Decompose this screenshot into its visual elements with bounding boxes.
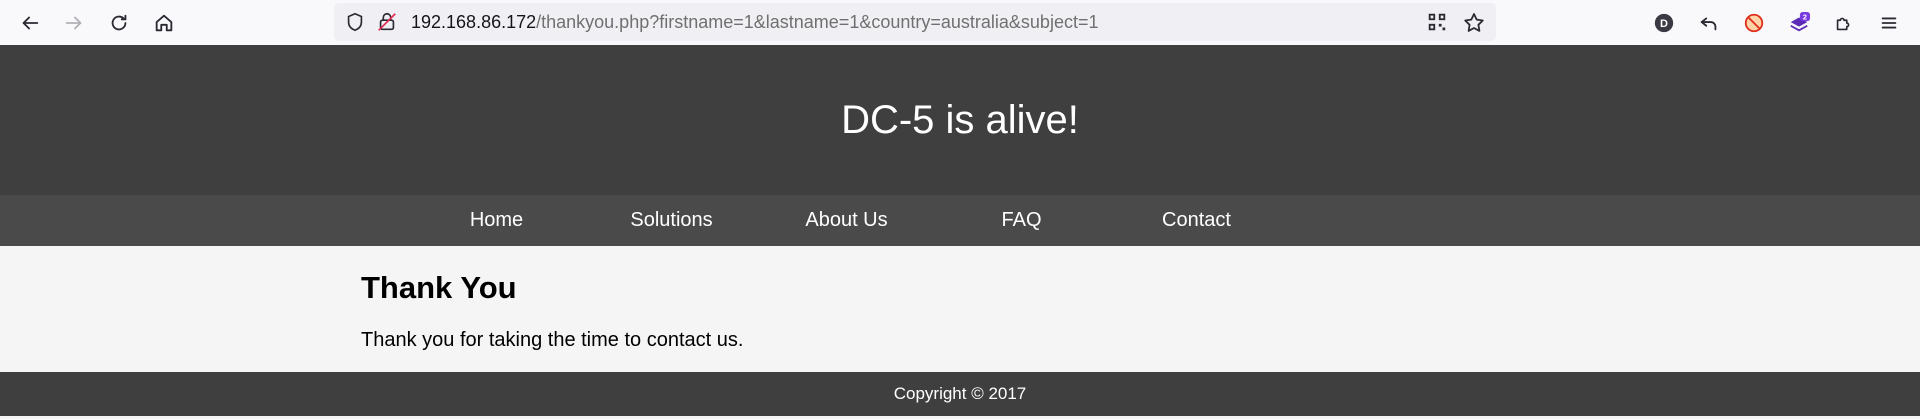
blocker-icon[interactable] [1737,6,1771,40]
reload-icon[interactable] [102,6,136,40]
url-text[interactable]: 192.168.86.172/thankyou.php?firstname=1&… [411,3,1098,41]
site-footer: Copyright © 2017 [0,372,1920,416]
thank-you-message: Thank you for taking the time to contact… [361,329,744,351]
hamburger-menu-icon[interactable] [1872,6,1906,40]
copyright-text: Copyright © 2017 [893,384,1027,403]
url-path: /thankyou.php?firstname=1&lastname=1&cou… [536,12,1099,32]
undo-arrow-icon[interactable] [1692,6,1726,40]
nav-item-home[interactable]: Home [409,195,584,246]
nav-item-contact[interactable]: Contact [1109,195,1284,246]
insecure-lock-icon[interactable] [376,11,398,33]
site-nav: Home Solutions About Us FAQ Contact [0,195,1920,246]
forward-arrow-icon[interactable] [57,6,91,40]
page-heading: Thank You [361,270,517,305]
nav-item-solutions[interactable]: Solutions [584,195,759,246]
nav-item-about-us[interactable]: About Us [759,195,934,246]
back-arrow-icon[interactable] [13,6,47,40]
tracking-shield-icon[interactable] [344,11,366,33]
site-header: DC-5 is alive! [0,45,1920,195]
profile-initial: D [1660,18,1668,30]
extensions-puzzle-icon[interactable] [1827,6,1861,40]
site-title: DC-5 is alive! [841,97,1079,142]
nav-item-faq[interactable]: FAQ [934,195,1109,246]
profile-avatar-icon[interactable]: D [1647,6,1681,40]
browser-toolbar: 192.168.86.172/thankyou.php?firstname=1&… [0,0,1920,45]
main-content: Thank You Thank you for taking the time … [0,246,1920,372]
bookmark-star-icon[interactable] [1462,11,1486,35]
extension-badge-icon[interactable]: 2 [1782,6,1816,40]
address-bar[interactable]: 192.168.86.172/thankyou.php?firstname=1&… [334,3,1496,41]
home-icon[interactable] [147,6,181,40]
url-host: 192.168.86.172 [411,12,537,32]
extension-badge-count: 2 [1803,12,1807,21]
qr-code-icon[interactable] [1426,11,1448,33]
